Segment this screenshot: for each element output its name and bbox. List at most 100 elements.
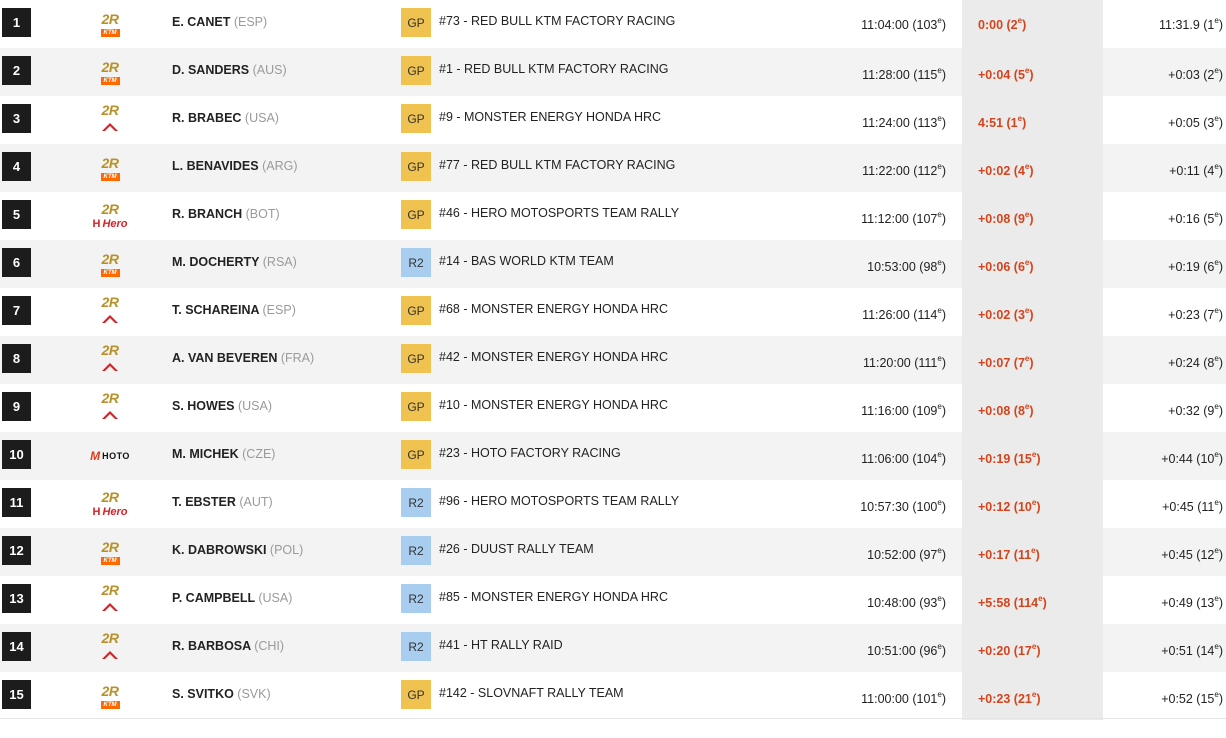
ktm-logo-icon: KTM	[100, 76, 120, 85]
stage-gap: +0:08 (9e)	[978, 210, 1034, 227]
rider-name[interactable]: M. DOCHERTY (RSA)	[172, 240, 297, 288]
table-row[interactable]: 9 2R S. HOWES (USA) GP #10 - MONSTER ENERGY …	[0, 384, 1226, 432]
overall-gap: +0:23 (7e)	[1168, 306, 1223, 323]
rider-country: (USA)	[258, 591, 293, 605]
category-badge: R2	[401, 632, 431, 661]
rider-name[interactable]: M. MICHEK (CZE)	[172, 432, 275, 480]
rider-country: (ESP)	[233, 15, 268, 29]
overall-gap: +0:24 (8e)	[1168, 354, 1223, 371]
table-row[interactable]: 2 2R KTM D. SANDERS (AUS) GP #1 - RED BULL KT…	[0, 48, 1226, 96]
table-row[interactable]: 1 2R KTM E. CANET (ESP) GP #73 - RED BULL KTM…	[0, 0, 1226, 48]
rider-name[interactable]: P. CAMPBELL (USA)	[172, 576, 292, 624]
table-row[interactable]: 6 2R KTM M. DOCHERTY (RSA) R2 #14 - BAS WORLD…	[0, 240, 1226, 288]
rider-name[interactable]: R. BRABEC (USA)	[172, 96, 279, 144]
stage-time: 11:20:00 (111e)	[863, 354, 946, 371]
rider-name[interactable]: A. VAN BEVEREN (FRA)	[172, 336, 314, 384]
rally-tag-icon: 2R	[101, 58, 119, 75]
team-name: #46 - HERO MOTOSPORTS TEAM RALLY	[439, 206, 680, 220]
rank-badge: 4	[2, 152, 31, 181]
brand-logo: 2R	[84, 294, 136, 330]
category-badge: R2	[401, 584, 431, 613]
honda-logo	[101, 311, 119, 329]
stage-gap: +0:12 (10e)	[978, 498, 1041, 515]
stage-time: 11:04:00 (103e)	[861, 16, 946, 33]
stage-gap: +0:04 (5e)	[978, 66, 1034, 83]
rank-badge: 1	[2, 8, 31, 37]
team-name: #77 - RED BULL KTM FACTORY RACING	[439, 158, 676, 172]
rider-name[interactable]: R. BRANCH (BOT)	[172, 192, 280, 240]
stage-gap: +0:06 (6e)	[978, 258, 1034, 275]
rally-tag-icon: 2R	[101, 489, 119, 505]
team-name: #85 - MONSTER ENERGY HONDA HRC	[439, 590, 668, 604]
rider-name[interactable]: K. DABROWSKI (POL)	[172, 528, 303, 576]
table-row[interactable]: 15 2R KTM S. SVITKO (SVK) GP #142 - SLOVNAFT …	[0, 672, 1226, 720]
rider-name[interactable]: D. SANDERS (AUS)	[172, 48, 287, 96]
rider-country: (BOT)	[245, 207, 280, 221]
stage-gap: +0:19 (15e)	[978, 450, 1041, 467]
rank-badge: 9	[2, 392, 31, 421]
rider-name[interactable]: E. CANET (ESP)	[172, 0, 267, 48]
hoto-mark: M	[90, 449, 101, 463]
rank-badge: 14	[2, 632, 31, 661]
stage-time: 11:12:00 (107e)	[861, 210, 946, 227]
table-row[interactable]: 5 2R H Hero R. BRANCH (BOT) GP #46 - HERO MOTO…	[0, 192, 1226, 240]
category-badge: GP	[401, 200, 431, 229]
table-row[interactable]: 8 2R A. VAN BEVEREN (FRA) GP #42 - MONSTER E…	[0, 336, 1226, 384]
category-badge: GP	[401, 8, 431, 37]
stage-gap: 0:00 (2e)	[978, 16, 1027, 33]
rally-tag-icon: 2R	[101, 154, 119, 171]
rider-name[interactable]: R. BARBOSA (CHI)	[172, 624, 284, 672]
category-badge: R2	[401, 536, 431, 565]
rider-country: (FRA)	[280, 351, 315, 365]
rider-name[interactable]: T. EBSTER (AUT)	[172, 480, 273, 528]
rank-badge: 12	[2, 536, 31, 565]
rally-tag-icon: 2R	[101, 682, 119, 699]
rider-country: (ESP)	[262, 303, 296, 317]
honda-logo	[101, 599, 119, 617]
stage-time: 10:48:00 (93e)	[867, 594, 946, 611]
hero-wordmark: Hero	[102, 218, 128, 230]
table-row[interactable]: 14 2R R. BARBOSA (CHI) R2 #41 - HT RALLY RAI…	[0, 624, 1226, 672]
ktm-logo-icon: KTM	[100, 268, 120, 277]
team-name: #23 - HOTO FACTORY RACING	[439, 446, 621, 460]
rider-name[interactable]: T. SCHAREINA (ESP)	[172, 288, 296, 336]
table-row[interactable]: 3 2R R. BRABEC (USA) GP #9 - MONSTER ENERGY …	[0, 96, 1226, 144]
overall-gap: +0:05 (3e)	[1168, 114, 1223, 131]
rider-name[interactable]: S. HOWES (USA)	[172, 384, 272, 432]
rider-name[interactable]: L. BENAVIDES (ARG)	[172, 144, 297, 192]
rank-badge: 2	[2, 56, 31, 85]
hoto-wordmark: HOTO	[102, 451, 130, 461]
rider-country: (USA)	[244, 111, 279, 125]
brand-logo: 2R	[84, 630, 136, 666]
rider-country: (AUT)	[239, 495, 273, 509]
overall-gap: +0:45 (11e)	[1162, 498, 1223, 515]
hero-wordmark: Hero	[102, 506, 128, 518]
team-name: #73 - RED BULL KTM FACTORY RACING	[439, 14, 676, 28]
rally-tag-icon: 2R	[101, 102, 119, 118]
brand-logo: 2R	[84, 582, 136, 618]
table-row[interactable]: 12 2R KTM K. DABROWSKI (POL) R2 #26 - DUUST R…	[0, 528, 1226, 576]
rank-badge: 11	[2, 488, 31, 517]
rally-tag-icon: 2R	[101, 250, 119, 267]
rank-badge: 13	[2, 584, 31, 613]
table-row[interactable]: 4 2R KTM L. BENAVIDES (ARG) GP #77 - RED BULL…	[0, 144, 1226, 192]
rank-badge: 10	[2, 440, 31, 469]
stage-gap: +0:02 (3e)	[978, 306, 1034, 323]
overall-gap: +0:11 (4e)	[1169, 162, 1223, 179]
team-name: #9 - MONSTER ENERGY HONDA HRC	[439, 110, 662, 124]
rider-name[interactable]: S. SVITKO (SVK)	[172, 672, 271, 720]
team-name: #10 - MONSTER ENERGY HONDA HRC	[439, 398, 668, 412]
brand-logo: 2R KTM	[84, 150, 136, 186]
team-name: #14 - BAS WORLD KTM TEAM	[439, 254, 614, 268]
ktm-logo-icon: KTM	[100, 28, 120, 37]
stage-time: 10:57:30 (100e)	[860, 498, 946, 515]
rally-tag-icon: 2R	[101, 630, 119, 646]
table-row[interactable]: 11 2R H Hero T. EBSTER (AUT) R2 #96 - HERO MOT…	[0, 480, 1226, 528]
honda-wing-icon	[102, 603, 118, 611]
table-row[interactable]: 10 M HOTO M. MICHEK (CZE) GP #23 - HOTO FACTO…	[0, 432, 1226, 480]
rank-badge: 5	[2, 200, 31, 229]
hero-logo-icon: H Hero	[92, 506, 127, 518]
table-row[interactable]: 7 2R T. SCHAREINA (ESP) GP #68 - MONSTER ENE…	[0, 288, 1226, 336]
stage-gap: +0:08 (8e)	[978, 402, 1034, 419]
table-row[interactable]: 13 2R P. CAMPBELL (USA) R2 #85 - MONSTER ENE…	[0, 576, 1226, 624]
